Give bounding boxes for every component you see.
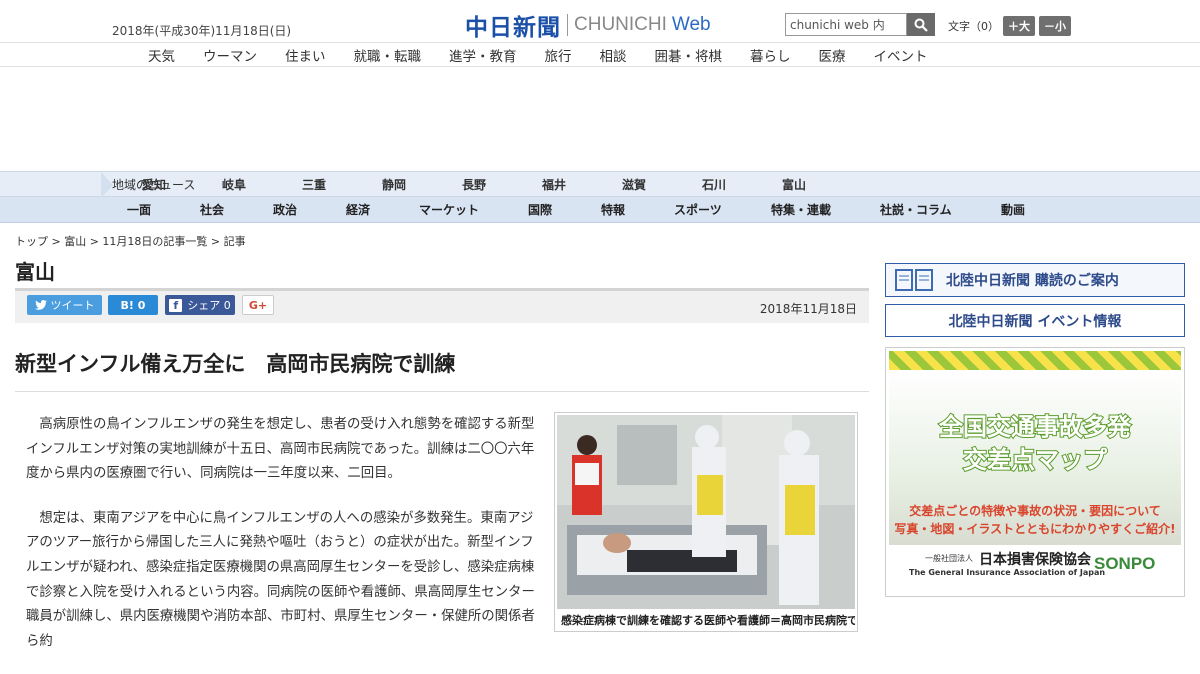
region-item-shizuoka[interactable]: 静岡 [382,176,462,193]
category-item[interactable]: 社会 [200,201,224,218]
subscribe-label: 北陸中日新聞 購読のご案内 [946,273,1119,289]
nav-item[interactable]: 旅行 [545,45,572,65]
facebook-icon: f [169,298,183,312]
banner-body: 全国交通事故多発 交差点マップ 交差点ごとの特徴や事故の状況・要因について 写真… [889,370,1181,545]
banner-title-1: 全国交通事故多発 [938,412,1132,442]
category-item[interactable]: 経済 [346,201,370,218]
nav-item[interactable]: 医療 [819,45,846,65]
font-smaller-button[interactable]: －小 [1039,16,1071,36]
share-bar: ツイート B! 0 f シェア 0 G+ 2018年11月18日 [15,288,869,323]
logo-separator [567,14,568,36]
tweet-label: ツイート [50,299,95,312]
nav-item[interactable]: 相談 [600,45,627,65]
article-paragraph: 想定は、東南アジアを中心に鳥インフルエンザの人への感染が多数発生。東南アジアのツ… [26,510,535,649]
search-icon [914,18,928,32]
nav-item[interactable]: 天気 [148,45,175,65]
banner-desc-2: 写真・地図・イラストとともにわかりやすくご紹介! [894,522,1176,536]
twitter-icon [34,300,47,310]
logo-en: CHUNICHI [574,14,667,35]
headline-divider [15,391,869,392]
current-date: 2018年(平成30年)11月18日(日) [112,24,292,38]
ad-space [0,67,1200,171]
sonpo-logo: SONPO [1094,554,1156,573]
org-name-ja: 日本損害保険協会 [979,552,1091,568]
category-item[interactable]: 政治 [273,201,297,218]
breadcrumb[interactable]: トップ > 富山 > 11月18日の記事一覧 > 記事 [15,233,246,249]
banner-title-2: 交差点マップ [962,445,1108,475]
book-icon [895,269,933,291]
category-item[interactable]: 特集・連載 [771,201,831,218]
article-body: 高病原性の鳥インフルエンザの発生を想定し、患者の受け入れ態勢を確認する新型インフ… [26,413,544,674]
traffic-map-banner[interactable]: 全国交通事故多発 交差点マップ 交差点ごとの特徴や事故の状況・要因について 写真… [885,347,1185,597]
font-bigger-button[interactable]: ＋大 [1003,16,1035,36]
tweet-button[interactable]: ツイート [27,295,102,315]
category-item[interactable]: 社説・コラム [880,201,952,218]
subscribe-banner[interactable]: 北陸中日新聞 購読のご案内 [885,263,1185,297]
site-logo[interactable]: 中日新聞 CHUNICHI Web [465,8,711,42]
event-info-banner[interactable]: 北陸中日新聞 イベント情報 [885,304,1185,337]
article-date: 2018年11月18日 [759,302,857,316]
category-item[interactable]: マーケット [419,201,479,218]
facebook-label: シェア 0 [187,299,231,312]
org-name-en: The General Insurance Association of Jap… [909,568,1106,577]
category-item[interactable]: 動画 [1001,201,1025,218]
region-item-shiga[interactable]: 滋賀 [622,176,702,193]
category-item[interactable]: スポーツ [674,201,722,218]
region-item-gifu[interactable]: 岐阜 [222,176,302,193]
nav-item[interactable]: 囲碁・将棋 [655,45,723,65]
search-box [785,13,935,36]
region-nav: 地域のニュース 愛知 岐阜 三重 静岡 長野 福井 滋賀 石川 富山 [0,171,1200,198]
page-title: 富山 [15,260,55,284]
gplus-button[interactable]: G+ [242,295,274,315]
nav-item[interactable]: 進学・教育 [449,45,517,65]
article-headline: 新型インフル備え万全に 高岡市民病院で訓練 [15,352,456,376]
banner-footer: 一般社団法人 日本損害保険協会 The General Insurance As… [889,546,1181,594]
training-photo-illustration [557,415,855,609]
font-size-control: 文字（0） ＋大 －小 [948,16,1071,36]
nav-item[interactable]: イベント [874,45,928,65]
site-header: 2018年(平成30年)11月18日(日) 中日新聞 CHUNICHI Web … [0,0,1200,43]
region-item-nagano[interactable]: 長野 [462,176,542,193]
org-type: 一般社団法人 [925,554,973,563]
logo-web: Web [671,14,711,35]
photo-caption: 感染症病棟で訓練を確認する医師や看護師＝高岡市民病院で [561,614,855,627]
nav-item[interactable]: ウーマン [203,45,257,65]
service-nav: 天気 ウーマン 住まい 就職・転職 進学・教育 旅行 相談 囲碁・将棋 暮らし … [0,43,1200,67]
region-item-mie[interactable]: 三重 [302,176,382,193]
region-item-fukui[interactable]: 福井 [542,176,622,193]
region-label: 地域のニュース [0,172,228,198]
search-button[interactable] [907,13,935,36]
article-paragraph: 高病原性の鳥インフルエンザの発生を想定し、患者の受け入れ態勢を確認する新型インフ… [26,417,535,482]
category-item[interactable]: 特報 [601,201,625,218]
category-nav: 一面 社会 政治 経済 マーケット 国際 特報 スポーツ 特集・連載 社説・コラ… [0,197,1200,223]
banner-desc-1: 交差点ごとの特徴や事故の状況・要因について [909,504,1161,518]
region-item-toyama[interactable]: 富山 [782,176,862,193]
photo-image [557,415,855,609]
category-item[interactable]: 一面 [127,201,151,218]
hatena-button[interactable]: B! 0 [108,295,158,315]
logo-ja: 中日新聞 [465,14,561,41]
article-photo[interactable]: 感染症病棟で訓練を確認する医師や看護師＝高岡市民病院で [554,412,858,632]
nav-item[interactable]: 暮らし [750,45,791,65]
facebook-share-button[interactable]: f シェア 0 [165,295,235,315]
nav-item[interactable]: 住まい [285,45,326,65]
font-size-label: 文字（0） [948,20,999,33]
nav-item[interactable]: 就職・転職 [354,45,422,65]
search-input[interactable] [785,13,907,36]
region-item-ishikawa[interactable]: 石川 [702,176,782,193]
category-item[interactable]: 国際 [528,201,552,218]
